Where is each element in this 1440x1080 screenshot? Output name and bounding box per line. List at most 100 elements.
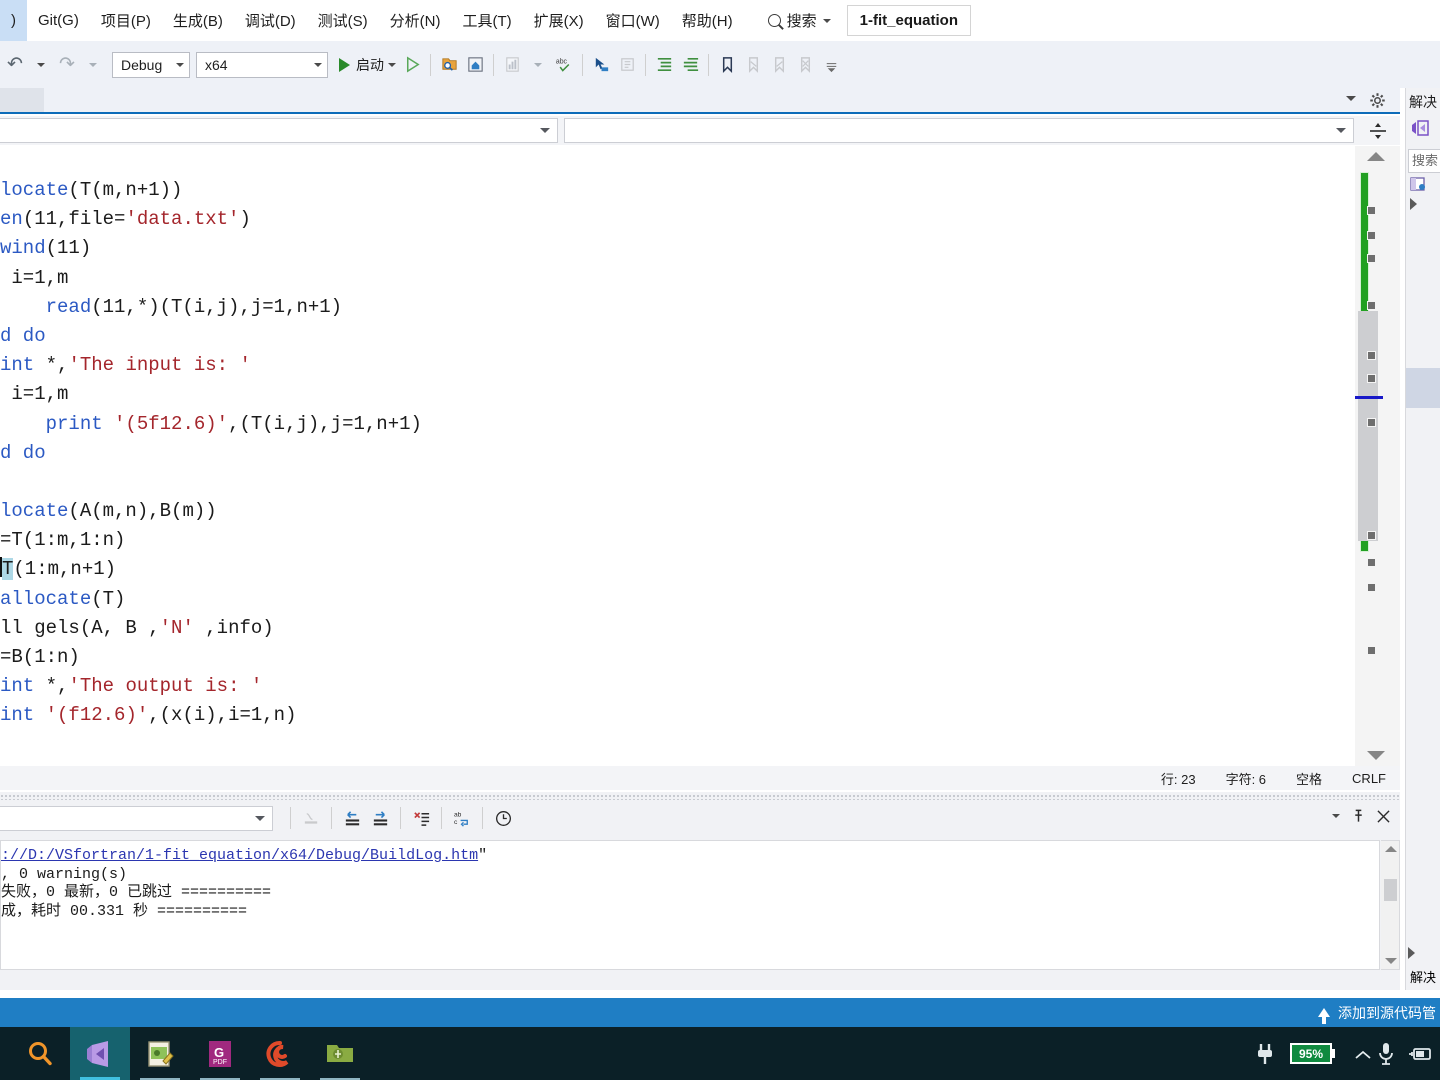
- start-without-debugging-button[interactable]: [399, 50, 425, 80]
- redo-dropdown[interactable]: [80, 50, 106, 80]
- code-line[interactable]: en(11,file='data.txt'): [0, 205, 422, 234]
- chevron-down-icon[interactable]: [1346, 96, 1356, 101]
- code-line[interactable]: i=1,m: [0, 380, 422, 409]
- add-to-source-control-label[interactable]: 添加到源代码管: [1338, 1003, 1436, 1023]
- code-line[interactable]: i=1,m: [0, 264, 422, 293]
- code-line[interactable]: T(1:m,n+1): [0, 555, 422, 584]
- code-line[interactable]: d do: [0, 439, 422, 468]
- undo-dropdown[interactable]: [28, 50, 54, 80]
- menu-build[interactable]: 生成(B): [162, 0, 234, 41]
- undo-button[interactable]: ↶: [2, 50, 28, 80]
- clear-output-button[interactable]: [408, 803, 434, 833]
- indent-button[interactable]: [651, 50, 677, 80]
- tree-expander[interactable]: [1406, 195, 1440, 213]
- gear-icon[interactable]: [1369, 92, 1386, 109]
- triangle-left-icon[interactable]: [1408, 947, 1415, 959]
- visual-studio-icon[interactable]: [1410, 118, 1432, 138]
- chevron-down-icon[interactable]: [1332, 814, 1340, 818]
- chevron-up-icon[interactable]: [1348, 1049, 1371, 1059]
- menu-help[interactable]: 帮助(H): [671, 0, 744, 41]
- battery-charging-icon[interactable]: [1408, 1043, 1434, 1065]
- solution-platform-combo[interactable]: x64: [196, 51, 328, 78]
- menu-window[interactable]: 窗口(W): [595, 0, 671, 41]
- taskbar-notepad-button[interactable]: [130, 1027, 190, 1080]
- code-line[interactable]: [0, 468, 422, 497]
- scrollbar-thumb[interactable]: [1384, 879, 1397, 901]
- split-view-icon[interactable]: [1368, 121, 1388, 141]
- power-plug-icon[interactable]: [1255, 1042, 1277, 1066]
- code-text[interactable]: locate(T(m,n+1)) en(11,file='data.txt') wi…: [0, 176, 422, 731]
- scroll-up-icon[interactable]: [1385, 846, 1397, 852]
- project-tab[interactable]: 1-fit_equation: [846, 5, 971, 36]
- global-search[interactable]: 搜索: [762, 0, 837, 41]
- build-log-link[interactable]: ://D:/VSfortran/1-fit_equation/x64/Debug…: [1, 847, 478, 864]
- toggle-wordwrap-button[interactable]: ab c: [449, 803, 475, 833]
- goto-definition-button[interactable]: [588, 50, 614, 80]
- line-ending-indicator[interactable]: CRLF: [1352, 771, 1386, 786]
- code-editor[interactable]: locate(T(m,n+1)) en(11,file='data.txt') wi…: [0, 146, 1355, 766]
- code-line[interactable]: wind(11): [0, 234, 422, 263]
- code-line[interactable]: =T(1:m,1:n): [0, 526, 422, 555]
- navigate-home-button[interactable]: [462, 50, 488, 80]
- start-debug-button[interactable]: 启动: [336, 50, 399, 80]
- output-text-area[interactable]: ://D:/VSfortran/1-fit_equation/x64/Debug…: [0, 840, 1380, 970]
- taskbar-search-button[interactable]: [10, 1027, 70, 1080]
- microphone-icon[interactable]: [1377, 1041, 1395, 1067]
- scroll-up-icon[interactable]: [1367, 152, 1385, 161]
- code-line[interactable]: int *,'The output is: ': [0, 672, 422, 701]
- solution-root-node[interactable]: [1406, 173, 1440, 195]
- indentation-indicator[interactable]: 空格: [1296, 769, 1322, 788]
- code-line[interactable]: =B(1:n): [0, 643, 422, 672]
- menu-debug[interactable]: 调试(D): [234, 0, 307, 41]
- code-line[interactable]: allocate(T): [0, 585, 422, 614]
- scroll-down-icon[interactable]: [1385, 958, 1397, 964]
- chart-dropdown[interactable]: [525, 50, 551, 80]
- go-to-previous-button[interactable]: [339, 803, 365, 833]
- menu-analyze[interactable]: 分析(N): [379, 0, 452, 41]
- menu-test[interactable]: 测试(S): [307, 0, 379, 41]
- find-in-files-button[interactable]: [436, 50, 462, 80]
- clear-bookmarks-button[interactable]: [792, 50, 818, 80]
- code-line[interactable]: locate(A(m,n),B(m)): [0, 497, 422, 526]
- code-line[interactable]: read(11,*)(T(i,j),j=1,n+1): [0, 293, 422, 322]
- battery-indicator[interactable]: 95%: [1290, 1043, 1335, 1064]
- chart-button[interactable]: [499, 50, 525, 80]
- spellcheck-button[interactable]: abc: [551, 50, 577, 80]
- next-bookmark-button[interactable]: [740, 50, 766, 80]
- output-scrollbar[interactable]: [1381, 840, 1400, 970]
- code-line[interactable]: ll gels(A, B ,'N' ,info): [0, 614, 422, 643]
- editor-scrollbar[interactable]: [1355, 146, 1400, 766]
- code-line[interactable]: d do: [0, 322, 422, 351]
- pin-icon[interactable]: [1352, 809, 1365, 823]
- output-line[interactable]: ://D:/VSfortran/1-fit_equation/x64/Debug…: [1, 847, 1379, 866]
- menu-clipped[interactable]: ): [0, 0, 27, 41]
- menu-git[interactable]: Git(G): [27, 0, 90, 41]
- member-combo[interactable]: [564, 118, 1354, 143]
- solution-explorer-search-input[interactable]: 搜索: [1408, 149, 1440, 173]
- scroll-down-icon[interactable]: [1367, 751, 1385, 760]
- taskbar-pdf-button[interactable]: G PDF: [190, 1027, 250, 1080]
- clear-all-button[interactable]: [298, 803, 324, 833]
- outdent-button[interactable]: [677, 50, 703, 80]
- previous-bookmark-button[interactable]: [766, 50, 792, 80]
- solution-explorer-footer-title[interactable]: 解决: [1406, 964, 1440, 986]
- taskbar-origin-button[interactable]: [250, 1027, 310, 1080]
- toggle-bookmark-button[interactable]: [714, 50, 740, 80]
- code-line[interactable]: int '(f12.6)',(x(i),i=1,n): [0, 701, 422, 730]
- comment-button[interactable]: [614, 50, 640, 80]
- menu-tools[interactable]: 工具(T): [451, 0, 522, 41]
- go-to-next-button[interactable]: [367, 803, 393, 833]
- toolbar-overflow-button[interactable]: [818, 50, 844, 80]
- close-icon[interactable]: [1377, 809, 1390, 823]
- code-line[interactable]: int *,'The input is: ': [0, 351, 422, 380]
- code-line[interactable]: print '(5f12.6)',(T(i,j),j=1,n+1): [0, 410, 422, 439]
- menu-extensions[interactable]: 扩展(X): [523, 0, 595, 41]
- tab-overflow-nub[interactable]: [0, 88, 44, 112]
- show-timestamps-button[interactable]: [490, 803, 516, 833]
- scope-combo[interactable]: [0, 118, 558, 143]
- taskbar-visual-studio-button[interactable]: [70, 1027, 130, 1080]
- solution-configuration-combo[interactable]: Debug: [112, 51, 190, 78]
- output-source-combo[interactable]: [0, 805, 273, 831]
- menu-project[interactable]: 项目(P): [90, 0, 162, 41]
- taskbar-folder-button[interactable]: [310, 1027, 370, 1080]
